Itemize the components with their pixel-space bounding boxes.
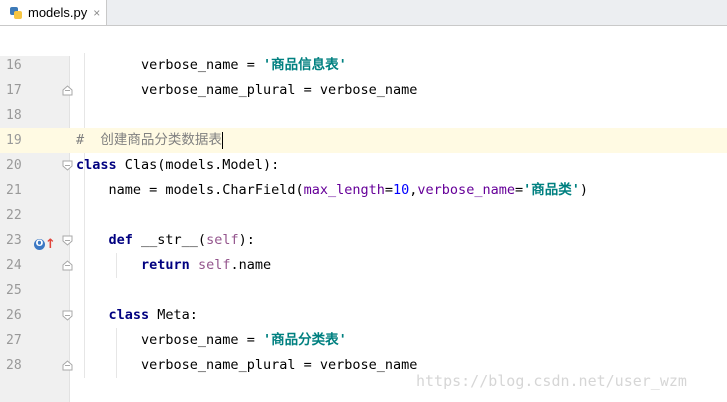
code-token: __str__(	[132, 232, 207, 248]
code-line[interactable]: 20 class Clas(models.Model):	[0, 153, 727, 178]
watermark: https://blog.csdn.net/user_wzm	[416, 372, 687, 390]
code-token: =	[514, 182, 524, 198]
line-number: 16	[6, 58, 22, 73]
code-line[interactable]: 16 verbose_name = '商品信息表'	[0, 53, 727, 78]
code-line[interactable]: 21 name = models.CharField(max_length=10…	[0, 178, 727, 203]
code-token: verbose_name =	[141, 57, 263, 73]
code-text: return self.name	[76, 253, 271, 278]
code-line[interactable]: 27 verbose_name = '商品分类表'	[0, 328, 727, 353]
line-number: 28	[6, 358, 22, 373]
code-token: '商品类'	[523, 182, 580, 198]
code-text: verbose_name_plural = verbose_name	[76, 78, 417, 103]
tab-models-py[interactable]: models.py ×	[0, 0, 107, 25]
code-text: # 创建商品分类数据表	[76, 128, 223, 153]
code-text: verbose_name = '商品信息表'	[76, 53, 347, 78]
line-number: 27	[6, 333, 22, 348]
code-token: max_length	[303, 182, 385, 198]
code-token: ):	[238, 232, 255, 248]
line-number: 21	[6, 183, 22, 198]
code-token: )	[579, 182, 589, 198]
fold-end-icon[interactable]	[62, 85, 73, 96]
code-token: name = models.CharField(	[108, 182, 304, 198]
close-icon[interactable]: ×	[93, 6, 100, 20]
code-token: verbose_name_plural = verbose_name	[141, 82, 418, 98]
line-number: 18	[6, 108, 22, 123]
line-number: 22	[6, 208, 22, 223]
code-token: =	[384, 182, 394, 198]
code-text: class Meta:	[76, 303, 198, 328]
line-number: 17	[6, 83, 22, 98]
fold-end-icon[interactable]	[62, 260, 73, 271]
up-arrow-icon: ↑	[45, 237, 56, 252]
code-line[interactable]: 19 # 创建商品分类数据表	[0, 128, 727, 153]
code-line[interactable]: 18	[0, 103, 727, 128]
code-token: verbose_name_plural = verbose_name	[141, 357, 418, 373]
code-line[interactable]: 25	[0, 278, 727, 303]
python-file-icon	[9, 6, 23, 20]
code-text: class Clas(models.Model):	[76, 153, 279, 178]
code-token: # 创建商品分类数据表	[76, 132, 222, 148]
code-token: return	[141, 257, 190, 273]
code-text: verbose_name_plural = verbose_name	[76, 353, 417, 378]
line-number: 26	[6, 308, 22, 323]
code-text: verbose_name = '商品分类表'	[76, 328, 347, 353]
code-token: self	[197, 257, 231, 273]
code-token: class	[108, 307, 150, 323]
code-text: name = models.CharField(max_length=10,ve…	[76, 178, 589, 203]
editor-tab-bar: models.py ×	[0, 0, 727, 26]
code-token: class	[76, 157, 117, 173]
code-line[interactable]: 24 return self.name	[0, 253, 727, 278]
line-number: 24	[6, 258, 22, 273]
code-line[interactable]: 17 verbose_name_plural = verbose_name	[0, 78, 727, 103]
fold-start-icon[interactable]	[62, 310, 73, 321]
code-token: Clas(models.Model):	[116, 157, 280, 173]
code-line[interactable]: 26 class Meta:	[0, 303, 727, 328]
code-token: def	[108, 232, 133, 248]
code-editor[interactable]: 16 verbose_name = '商品信息表' 17 verbose_name…	[0, 53, 727, 402]
code-token: verbose_name	[417, 182, 515, 198]
override-circle-icon: O	[34, 239, 45, 250]
code-token: .name	[230, 257, 272, 273]
code-token: verbose_name =	[141, 332, 263, 348]
code-token: 10	[393, 182, 410, 198]
fold-start-icon[interactable]	[62, 160, 73, 171]
code-token: '商品信息表'	[262, 57, 347, 73]
fold-start-icon[interactable]	[62, 235, 73, 246]
line-number: 23	[6, 233, 22, 248]
line-number: 19	[6, 133, 22, 148]
fold-end-icon[interactable]	[62, 360, 73, 371]
code-line[interactable]: 23 def __str__(self): O ↑	[0, 228, 727, 253]
text-caret	[221, 131, 223, 149]
override-method-icon[interactable]: O ↑	[34, 232, 56, 252]
code-token: Meta:	[149, 307, 198, 323]
line-number: 25	[6, 283, 22, 298]
code-line[interactable]: 22	[0, 203, 727, 228]
line-number: 20	[6, 158, 22, 173]
tab-label: models.py	[28, 5, 88, 20]
code-text: def __str__(self):	[76, 228, 255, 253]
code-token: self	[206, 232, 239, 248]
code-token: '商品分类表'	[262, 332, 347, 348]
